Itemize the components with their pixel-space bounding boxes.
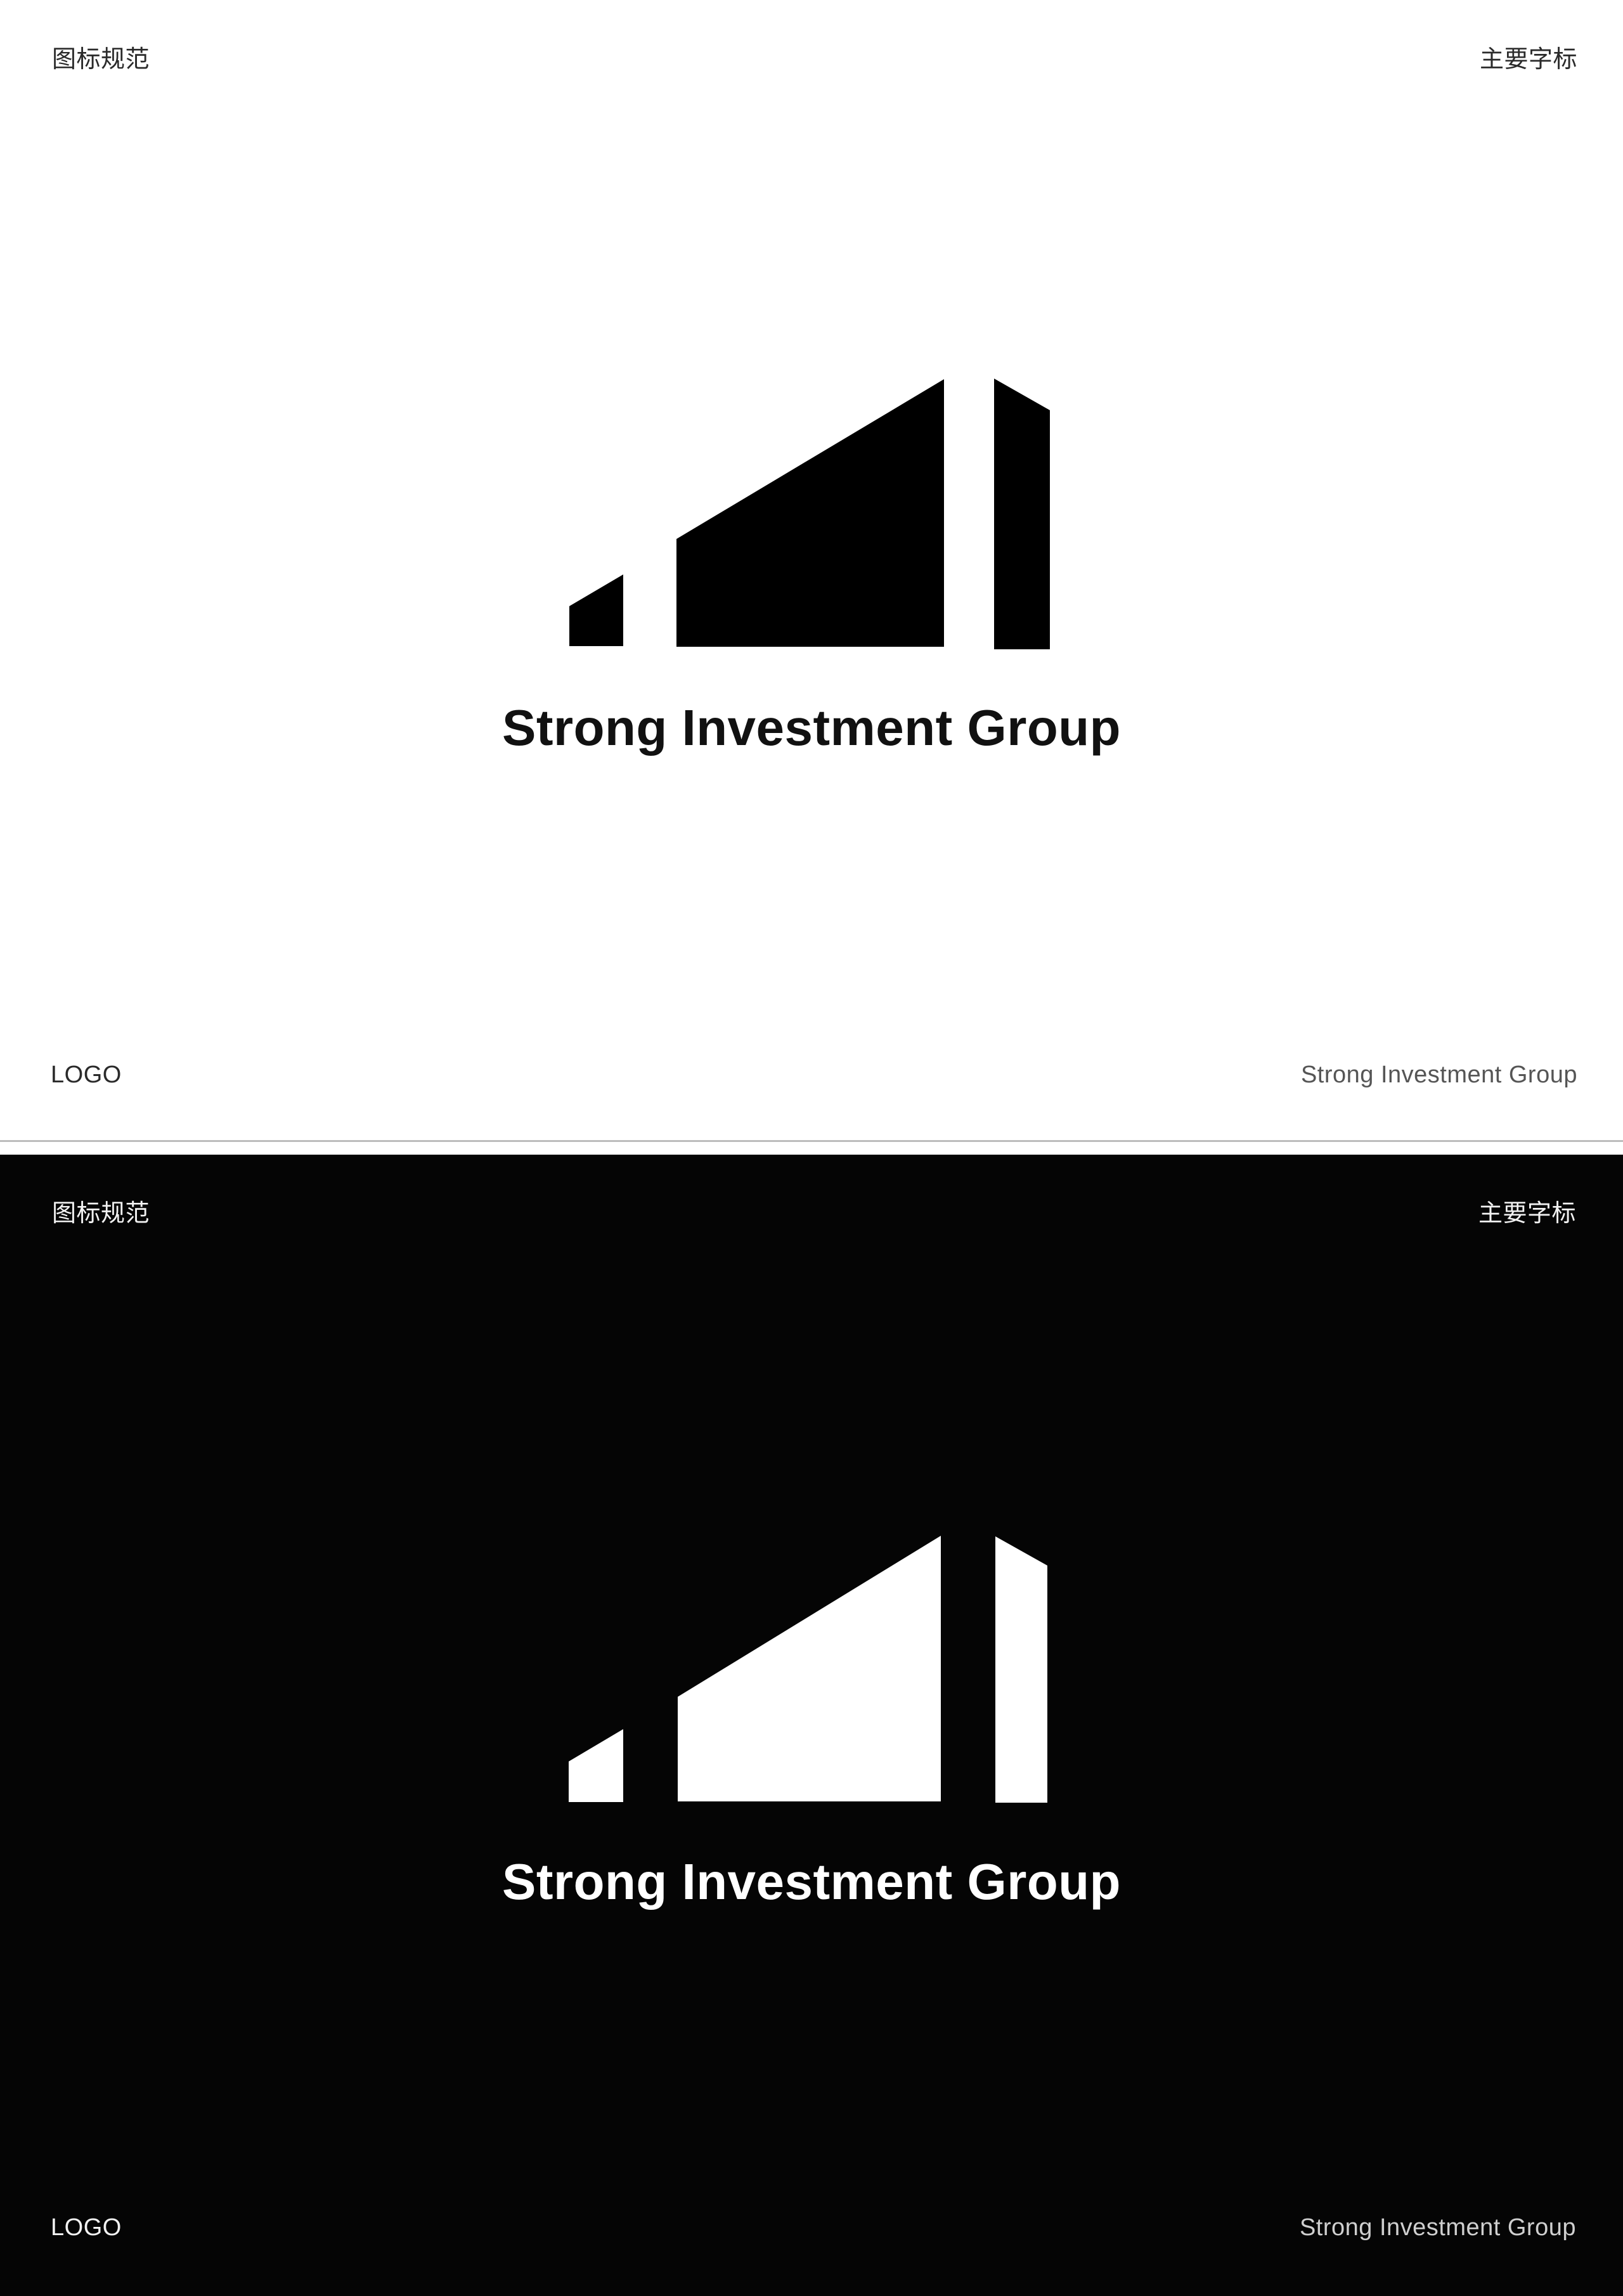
logo-small-bar (569, 574, 623, 646)
primary-wordmark: Strong Investment Group (502, 1853, 1121, 1910)
panel-divider (0, 1140, 1623, 1142)
logo-tall-bar (994, 379, 1050, 649)
logo-small-bar (569, 1729, 623, 1802)
ascending-bars-building-icon (569, 379, 1050, 649)
ascending-bars-building-icon (569, 1536, 1047, 1803)
logo-label: LOGO (51, 1061, 122, 1088)
company-name-label: Strong Investment Group (1300, 1061, 1577, 1088)
logo-tall-bar (995, 1536, 1047, 1803)
logo-spec-sheet: 图标规范 主要字标 Strong Investment Group LOGO S… (0, 0, 1623, 2296)
primary-wordmark: Strong Investment Group (502, 699, 1121, 756)
logo-label: LOGO (51, 2214, 122, 2241)
logo-large-bar (678, 1536, 941, 1801)
logo-large-bar (676, 379, 944, 647)
company-name-label: Strong Investment Group (1299, 2214, 1576, 2241)
light-logo-panel: 图标规范 主要字标 Strong Investment Group LOGO S… (0, 0, 1623, 1140)
dark-logo-panel: 图标规范 主要字标 Strong Investment Group LOGO S… (0, 1155, 1623, 2296)
